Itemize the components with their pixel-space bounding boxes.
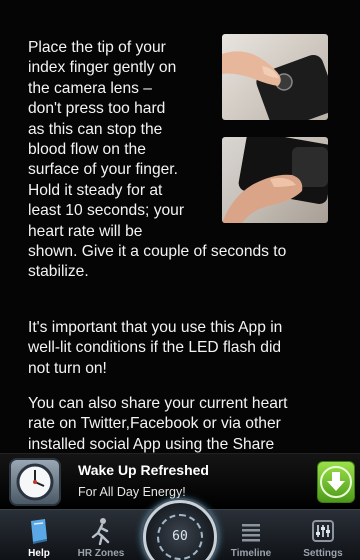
instruction-paragraph-2: It's important that you use this App in … bbox=[28, 318, 340, 379]
tab-hr-zones[interactable]: HR Zones bbox=[70, 510, 132, 560]
text-line: not turn on! bbox=[28, 359, 107, 377]
text-line: don't press too hard bbox=[28, 100, 166, 118]
runner-icon bbox=[91, 518, 110, 545]
tab-label: Timeline bbox=[230, 548, 272, 559]
tab-label: Help bbox=[28, 548, 50, 559]
text-line: well-lit conditions if the LED flash did bbox=[28, 339, 282, 357]
text-line: rate on Twitter,Facebook or via other bbox=[28, 415, 281, 433]
heart-rate-value: 60 bbox=[172, 529, 188, 544]
text-line: It's important that you use this App in bbox=[28, 319, 283, 336]
finger-on-camera-photo bbox=[222, 34, 328, 120]
alarm-clock-icon bbox=[9, 458, 61, 506]
text-line: surface of your finger. bbox=[28, 161, 178, 179]
text-line: shown. Give it a couple of seconds to bbox=[28, 243, 287, 261]
text-line: installed social App using the Share bbox=[28, 435, 275, 453]
text-line: stabilize. bbox=[28, 263, 89, 281]
tab-help[interactable]: Help bbox=[8, 510, 70, 560]
text-line: heart rate will be bbox=[28, 222, 143, 240]
text-line: the camera lens – bbox=[28, 79, 152, 97]
tab-label: Settings bbox=[303, 548, 343, 559]
text-line: least 10 seconds; your bbox=[28, 202, 185, 220]
fingertip-on-lens-illustration bbox=[222, 137, 328, 223]
list-icon bbox=[242, 524, 260, 542]
ad-title: Wake Up Refreshed bbox=[78, 462, 209, 478]
text-line: index finger gently on bbox=[28, 59, 177, 77]
fingertip-on-lens-photo bbox=[222, 137, 328, 223]
tab-settings[interactable]: Settings bbox=[292, 510, 354, 560]
ad-subtitle: For All Day Energy! bbox=[78, 485, 186, 499]
tab-label: HR Zones bbox=[77, 548, 125, 559]
text-line: Place the tip of your bbox=[28, 39, 166, 56]
text-line: as this can stop the bbox=[28, 120, 163, 138]
download-arrow-icon[interactable] bbox=[317, 461, 355, 503]
book-icon bbox=[31, 519, 47, 544]
instruction-paragraph-3: You can also share your current heart ra… bbox=[28, 394, 340, 453]
help-content: Place the tip of your index finger gentl… bbox=[0, 0, 360, 453]
tab-timeline[interactable]: Timeline bbox=[220, 510, 282, 560]
text-line: You can also share your current heart bbox=[28, 395, 288, 412]
finger-on-camera-illustration bbox=[222, 51, 328, 120]
text-line: blood flow on the bbox=[28, 141, 146, 159]
text-line: Hold it steady for at bbox=[28, 181, 163, 199]
sliders-icon bbox=[312, 520, 334, 542]
